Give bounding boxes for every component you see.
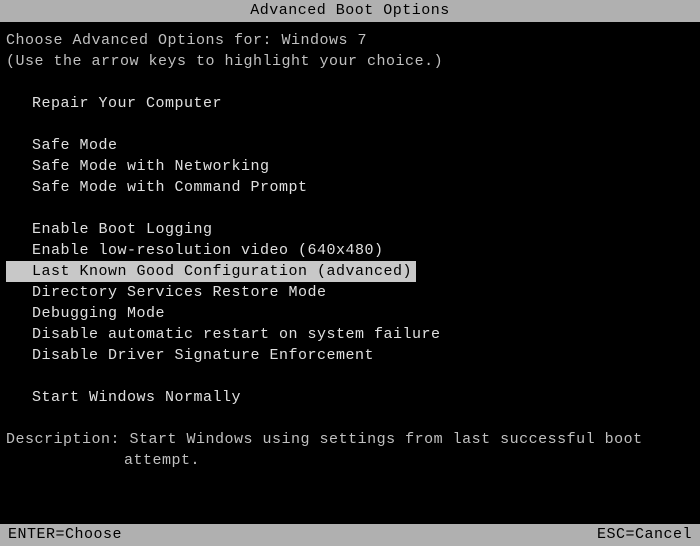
description-block: Description: Start Windows using setting… xyxy=(6,429,694,471)
title-text: Advanced Boot Options xyxy=(250,2,450,19)
option-safe-mode-networking[interactable]: Safe Mode with Networking xyxy=(6,156,694,177)
footer-enter-hint: ENTER=Choose xyxy=(8,527,122,543)
option-start-normally[interactable]: Start Windows Normally xyxy=(6,387,694,408)
footer-bar: ENTER=Choose ESC=Cancel xyxy=(0,524,700,546)
description-text-1: Start Windows using settings from last s… xyxy=(130,431,643,448)
option-group-1: Repair Your Computer xyxy=(6,93,694,114)
option-disable-driver-sig[interactable]: Disable Driver Signature Enforcement xyxy=(6,345,694,366)
option-boot-logging[interactable]: Enable Boot Logging xyxy=(6,219,694,240)
header-prefix: Choose Advanced Options for: xyxy=(6,32,282,49)
option-safe-mode-cmd[interactable]: Safe Mode with Command Prompt xyxy=(6,177,694,198)
option-group-4: Start Windows Normally xyxy=(6,387,694,408)
os-name: Windows 7 xyxy=(282,32,368,49)
option-disable-auto-restart[interactable]: Disable automatic restart on system fail… xyxy=(6,324,694,345)
header-line-2: (Use the arrow keys to highlight your ch… xyxy=(6,51,694,72)
footer-esc-hint: ESC=Cancel xyxy=(597,527,692,543)
description-line-1: Description: Start Windows using setting… xyxy=(6,429,694,450)
option-last-known-good[interactable]: Last Known Good Configuration (advanced) xyxy=(6,261,416,282)
option-debugging-mode[interactable]: Debugging Mode xyxy=(6,303,694,324)
description-text-2: attempt. xyxy=(6,450,694,471)
description-label: Description: xyxy=(6,431,130,448)
content-area: Choose Advanced Options for: Windows 7 (… xyxy=(0,22,700,479)
option-group-3: Enable Boot Logging Enable low-resolutio… xyxy=(6,219,694,366)
options-block: Repair Your Computer Safe Mode Safe Mode… xyxy=(6,93,694,408)
option-repair-computer[interactable]: Repair Your Computer xyxy=(6,93,694,114)
header-line-1: Choose Advanced Options for: Windows 7 xyxy=(6,30,694,51)
option-group-2: Safe Mode Safe Mode with Networking Safe… xyxy=(6,135,694,198)
title-bar: Advanced Boot Options xyxy=(0,0,700,22)
option-low-res-video[interactable]: Enable low-resolution video (640x480) xyxy=(6,240,694,261)
option-ds-restore-mode[interactable]: Directory Services Restore Mode xyxy=(6,282,694,303)
option-safe-mode[interactable]: Safe Mode xyxy=(6,135,694,156)
